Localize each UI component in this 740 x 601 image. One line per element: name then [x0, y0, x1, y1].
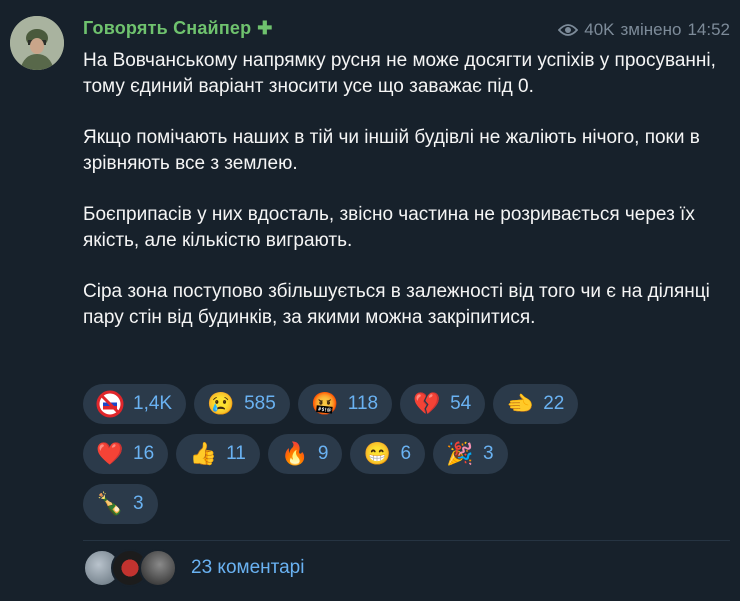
- reaction-fire[interactable]: 🔥 9: [267, 434, 343, 474]
- message-time: 14:52: [687, 20, 730, 39]
- no-russia-flag-icon: [95, 389, 125, 419]
- reaction-count: 54: [450, 393, 472, 414]
- reaction-count: 585: [244, 393, 276, 414]
- fire-icon: 🔥: [281, 441, 309, 466]
- reaction-count: 16: [133, 443, 155, 464]
- reaction-broken-heart[interactable]: 💔 54: [400, 384, 486, 424]
- reaction-crying[interactable]: 😢 585: [194, 384, 290, 424]
- reaction-count: 22: [543, 393, 565, 414]
- champagne-bottle-icon: 🍾: [96, 491, 124, 516]
- reaction-grinning[interactable]: 😁 6: [350, 434, 426, 474]
- cursing-face-icon: 🤬: [311, 391, 339, 416]
- message-paragraph: На Вовчанському напрямку русня не може д…: [83, 50, 716, 97]
- comments-link[interactable]: 23 коментарі: [83, 548, 304, 588]
- party-popper-icon: 🎉: [446, 441, 474, 466]
- red-heart-icon: ❤️: [96, 441, 124, 466]
- reaction-count: 118: [347, 393, 379, 414]
- grinning-face-icon: 😁: [363, 441, 392, 466]
- edited-label: змінено: [620, 20, 682, 39]
- message-text: На Вовчанському напрямку русня не може д…: [83, 48, 728, 356]
- thumbs-up-icon: 👍: [189, 441, 217, 466]
- reaction-count: 9: [317, 443, 329, 464]
- reaction-count: 3: [483, 443, 494, 464]
- reaction-champagne[interactable]: 🍾 3: [83, 484, 158, 524]
- reaction-pointing-hand[interactable]: 🫲 22: [493, 384, 579, 424]
- reaction-count: 3: [133, 493, 144, 514]
- commenter-avatar: [139, 549, 177, 587]
- reaction-cursing[interactable]: 🤬 118: [297, 384, 393, 424]
- crying-face-icon: 😢: [207, 391, 235, 416]
- reaction-no-russia[interactable]: 1,4K: [83, 384, 187, 424]
- commenter-avatars: [83, 549, 177, 587]
- comments-label[interactable]: 23 коментарі: [191, 557, 304, 579]
- broken-heart-icon: 💔: [413, 391, 441, 416]
- reaction-thumbs-up[interactable]: 👍 11: [176, 434, 260, 474]
- reaction-red-heart[interactable]: ❤️ 16: [83, 434, 169, 474]
- channel-name[interactable]: Говорять Снайпер ✚: [83, 18, 273, 39]
- divider: [83, 540, 730, 541]
- reaction-party-popper[interactable]: 🎉 3: [433, 434, 508, 474]
- reactions-bar: 1,4K 😢 585 🤬 118 💔 54 🫲 22 ❤️ 16 👍 11 🔥: [83, 384, 733, 534]
- verified-cross-icon: ✚: [257, 18, 273, 38]
- pointing-hand-icon: 🫲: [506, 391, 534, 416]
- eye-icon: [558, 24, 579, 36]
- message-paragraph: Сіра зона поступово збільшується в залеж…: [83, 281, 710, 328]
- message-paragraph: Якщо помічають наших в тій чи іншій буді…: [83, 127, 700, 174]
- reaction-count: 1,4K: [133, 393, 173, 414]
- message-meta: 40K змінено 14:52: [558, 20, 730, 40]
- reaction-count: 11: [226, 443, 246, 464]
- channel-avatar[interactable]: [10, 16, 64, 70]
- reaction-count: 6: [400, 443, 412, 464]
- message-header: Говорять Снайпер ✚ 40K змінено 14:52: [83, 18, 730, 44]
- view-count: 40K: [584, 20, 615, 39]
- message-paragraph: Боєприпасів у них вдосталь, звісно части…: [83, 204, 695, 251]
